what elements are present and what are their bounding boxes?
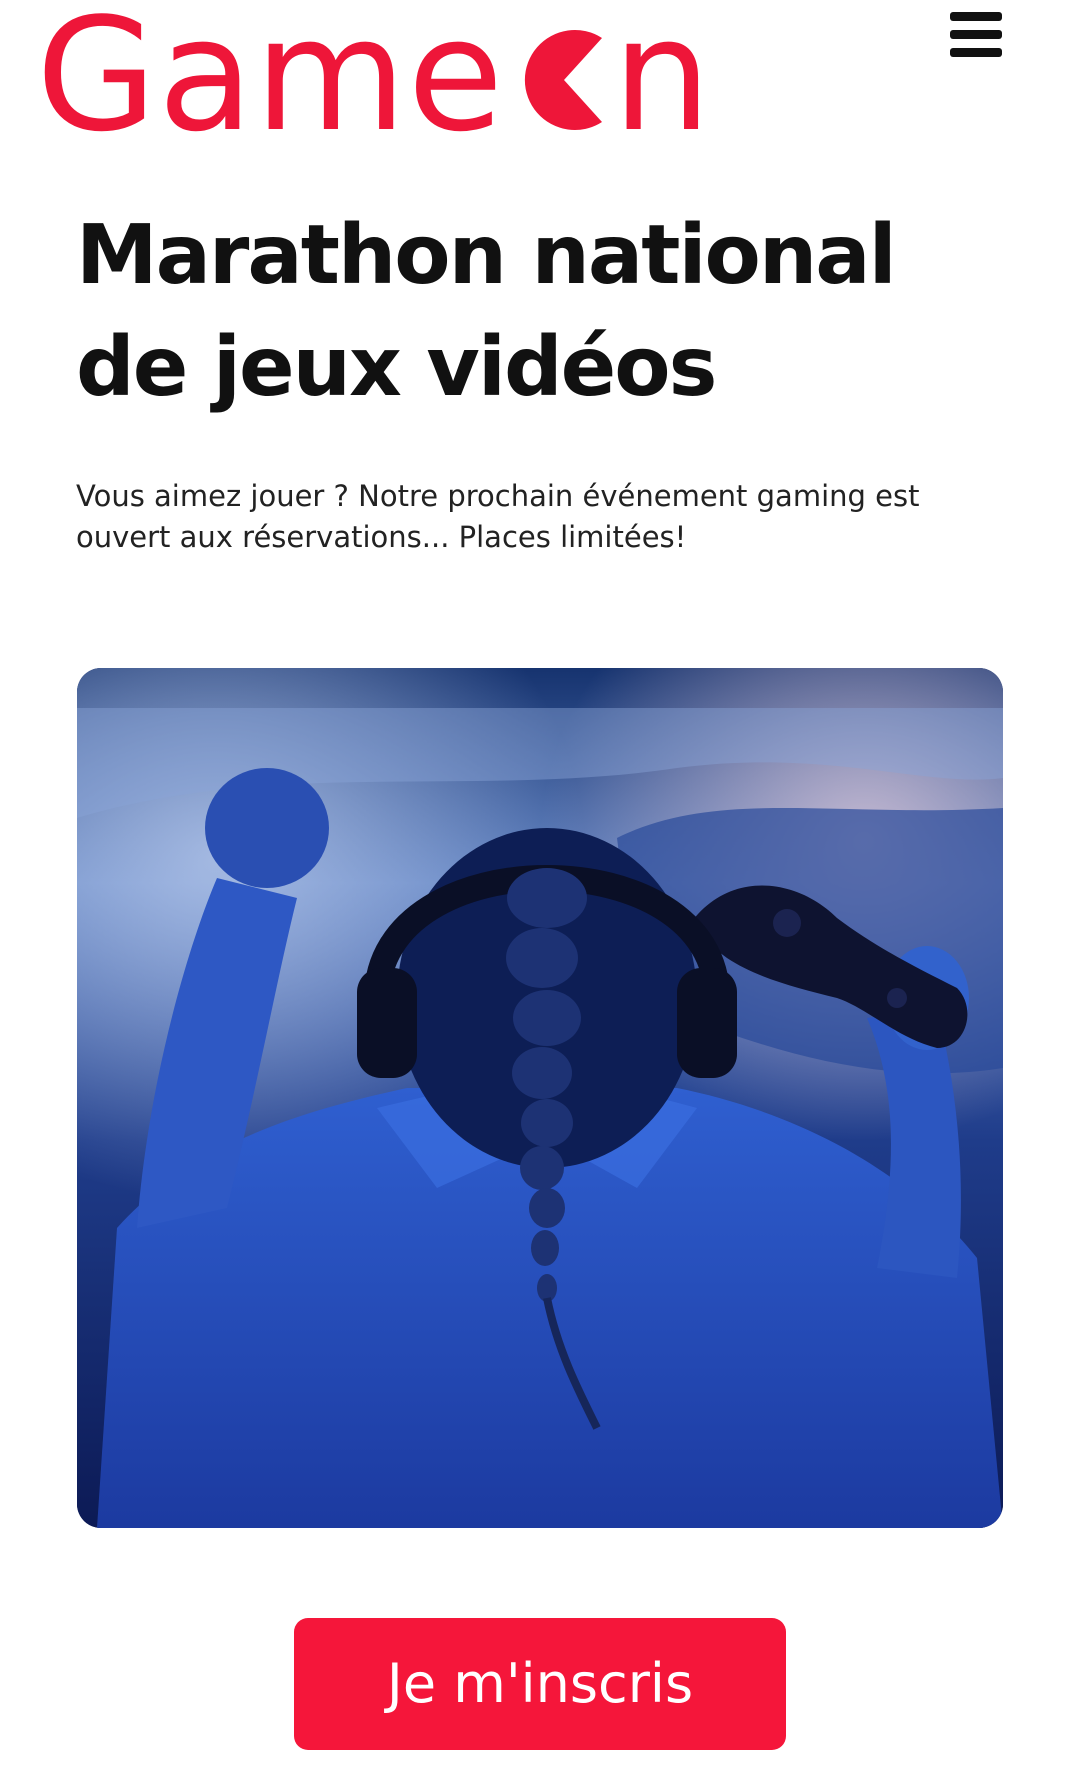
hero-gamer-image — [77, 668, 1003, 1528]
page-title-line-2: de jeux vidéos — [76, 320, 717, 415]
hamburger-menu-icon[interactable] — [950, 12, 1002, 58]
logo-pacman-icon — [504, 10, 612, 140]
page-title-line-1: Marathon national — [76, 208, 897, 303]
intro-text: Vous aimez jouer ? Notre prochain événem… — [76, 476, 996, 558]
logo-text-game: Game — [36, 0, 505, 166]
gameon-logo[interactable]: Game n — [36, 0, 713, 166]
intro-text-line-1: Vous aimez jouer ? Notre prochain événem… — [76, 479, 920, 513]
register-button[interactable]: Je m'inscris — [294, 1618, 786, 1750]
site-header: Game n — [0, 0, 1080, 160]
page-title: Marathon national de jeux vidéos — [76, 200, 976, 424]
logo-text-n: n — [612, 0, 713, 166]
intro-text-line-2: ouvert aux réservations... Places limité… — [76, 520, 687, 554]
